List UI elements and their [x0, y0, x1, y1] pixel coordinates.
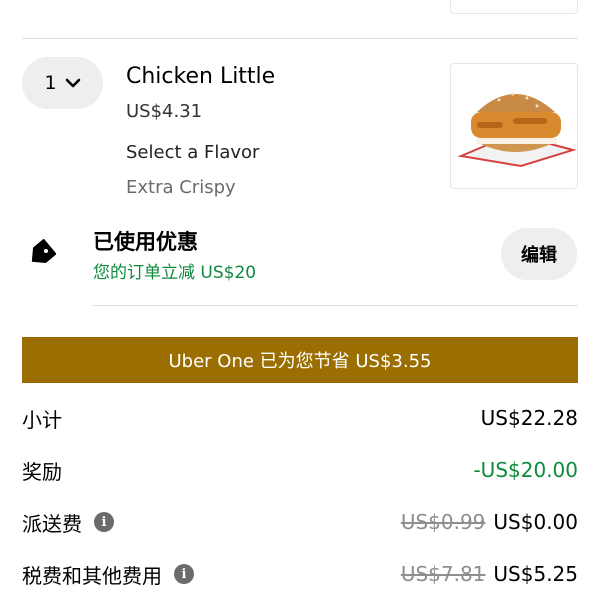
taxes-fees-label: 税费和其他费用	[22, 563, 162, 588]
uber-one-savings-banner: Uber One 已为您节省 US$3.55	[22, 337, 578, 383]
promo-title: 已使用优惠	[93, 230, 198, 254]
taxes-fees-value: US$5.25	[493, 562, 578, 586]
delivery-fee-row: 派送费 i US$0.99 US$0.00	[22, 505, 578, 539]
tag-icon	[31, 239, 56, 263]
flavor-label: Select a Flavor	[126, 142, 260, 163]
rewards-value: -US$20.00	[473, 458, 578, 482]
taxes-fees-row: 税费和其他费用 i US$7.81 US$5.25	[22, 557, 578, 591]
item-price: US$4.31	[126, 101, 203, 122]
divider	[92, 305, 578, 306]
divider	[22, 38, 578, 39]
subtotal-row: 小计 US$22.28	[22, 401, 578, 435]
chevron-down-icon	[65, 78, 80, 88]
item-name[interactable]: Chicken Little	[126, 64, 275, 89]
item-image[interactable]	[450, 63, 578, 189]
rewards-label: 奖励	[22, 459, 62, 484]
promo-subtitle: 您的订单立减 US$20	[93, 263, 257, 283]
edit-promo-button[interactable]: 编辑	[501, 228, 577, 280]
info-icon[interactable]: i	[94, 512, 114, 532]
flavor-value: Extra Crispy	[126, 177, 236, 198]
delivery-fee-label: 派送费	[22, 511, 82, 536]
delivery-fee-value: US$0.00	[493, 510, 578, 534]
taxes-fees-original: US$7.81	[400, 562, 486, 586]
burger-icon	[457, 92, 577, 168]
quantity-value: 1	[44, 72, 57, 94]
subtotal-value: US$22.28	[480, 406, 578, 430]
previous-item-image	[450, 0, 578, 14]
info-icon[interactable]: i	[174, 564, 194, 584]
quantity-dropdown[interactable]: 1	[22, 57, 103, 109]
rewards-row: 奖励 -US$20.00	[22, 453, 578, 487]
subtotal-label: 小计	[22, 407, 62, 432]
delivery-fee-original: US$0.99	[400, 510, 486, 534]
